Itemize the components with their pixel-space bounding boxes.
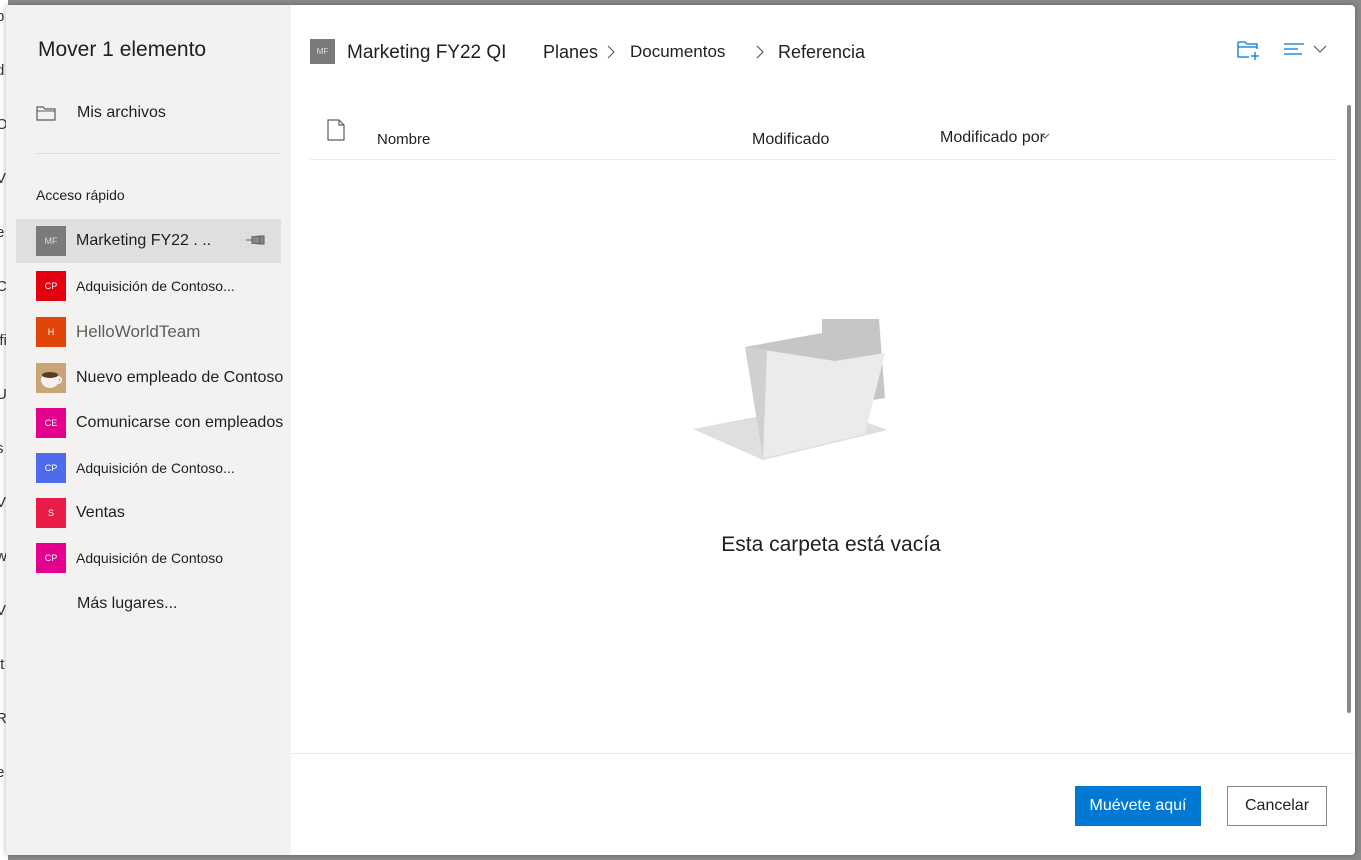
quick-access-label: Nuevo empleado de Contoso xyxy=(76,369,284,386)
quick-access-label: Marketing FY22 . .. xyxy=(76,232,212,249)
quick-access-label: Adquisición de Contoso xyxy=(76,550,224,566)
chevron-right-icon xyxy=(756,45,764,59)
quick-access-label: Comunicarse con empleados xyxy=(76,414,284,431)
quick-access-item-contoso-acquisition-3[interactable]: CP Adquisición de Contoso xyxy=(16,536,281,580)
bg-fragment: p xyxy=(0,8,5,25)
empty-folder-message: Esta carpeta está vacía xyxy=(721,533,941,556)
breadcrumb: MF Marketing FY22 QI Planes Documentos R… xyxy=(310,39,1330,65)
quick-access-item-marketing[interactable]: MF Marketing FY22 . .. xyxy=(16,219,281,263)
bg-fragment: d xyxy=(0,62,5,79)
quick-access-item-contoso-acquisition-2[interactable]: CP Adquisición de Contoso... xyxy=(16,446,281,490)
chevron-down-icon xyxy=(1040,133,1050,139)
bg-fragment: e xyxy=(0,764,5,781)
site-tile: MF xyxy=(310,39,335,64)
view-options-icon[interactable] xyxy=(1283,41,1333,59)
more-places-link[interactable]: Más lugares... xyxy=(77,595,177,613)
file-list-header: Nombre Modificado Modificado por xyxy=(310,113,1335,160)
dialog-title: Mover 1 elemento xyxy=(38,38,207,61)
quick-access-item-new-employee[interactable]: Nuevo empleado de Contoso xyxy=(16,356,284,400)
pin-icon[interactable] xyxy=(245,233,267,247)
quick-access-label: HelloWorldTeam xyxy=(76,322,201,341)
bg-fragment: e xyxy=(0,224,5,241)
site-tile: CE xyxy=(36,408,66,438)
dialog-footer: Muévete aquí Cancelar xyxy=(291,753,1355,855)
quick-access-label: Ventas xyxy=(76,504,125,521)
bg-fragment: s xyxy=(0,440,4,457)
quick-access-item-sales[interactable]: S Ventas xyxy=(16,491,281,535)
bg-fragment: It xyxy=(0,656,5,673)
breadcrumb-item-referencia: Referencia xyxy=(778,42,866,62)
column-header-modified-by[interactable]: Modificado por xyxy=(940,129,1050,147)
move-here-button[interactable]: Muévete aquí xyxy=(1075,786,1201,826)
file-type-icon xyxy=(327,119,345,141)
folder-icon xyxy=(36,106,56,121)
column-header-name[interactable]: Nombre xyxy=(377,131,430,148)
folder-content-pane: MF Marketing FY22 QI Planes Documentos R… xyxy=(291,5,1355,855)
site-tile: S xyxy=(36,498,66,528)
breadcrumb-item-documentos[interactable]: Documentos xyxy=(630,42,725,62)
column-header-modified[interactable]: Modificado xyxy=(752,131,829,149)
quick-access-heading: Acceso rápido xyxy=(36,187,125,203)
breadcrumb-site[interactable]: Marketing FY22 QI xyxy=(347,42,506,64)
my-files-link[interactable]: Mis archivos xyxy=(36,100,276,126)
site-tile: CP xyxy=(36,271,66,301)
move-dialog: Mover 1 elemento Mis archivos Acceso ráp… xyxy=(6,5,1355,855)
site-tile: CP xyxy=(36,543,66,573)
my-files-label: Mis archivos xyxy=(77,104,166,121)
new-folder-icon[interactable] xyxy=(1237,39,1261,61)
quick-access-item-communicate-employees[interactable]: CE Comunicarse con empleados xyxy=(16,401,284,445)
divider xyxy=(36,153,280,154)
site-tile: H xyxy=(36,317,66,347)
site-tile: MF xyxy=(36,226,66,256)
quick-access-item-helloworldteam[interactable]: H HelloWorldTeam xyxy=(16,310,281,354)
breadcrumb-item-planes[interactable]: Planes xyxy=(543,42,598,63)
cancel-button[interactable]: Cancelar xyxy=(1227,786,1327,826)
quick-access-item-contoso-acquisition[interactable]: CP Adquisición de Contoso... xyxy=(16,264,281,308)
chevron-right-icon xyxy=(607,45,615,59)
coffee-cup-thumbnail xyxy=(36,363,66,393)
scrollbar[interactable] xyxy=(1347,105,1351,713)
site-tile: CP xyxy=(36,453,66,483)
quick-access-label: Adquisición de Contoso... xyxy=(76,278,235,294)
empty-folder-illustration xyxy=(693,319,888,460)
quick-access-label: Adquisición de Contoso... xyxy=(76,460,235,476)
location-sidebar: Mover 1 elemento Mis archivos Acceso ráp… xyxy=(6,5,291,855)
